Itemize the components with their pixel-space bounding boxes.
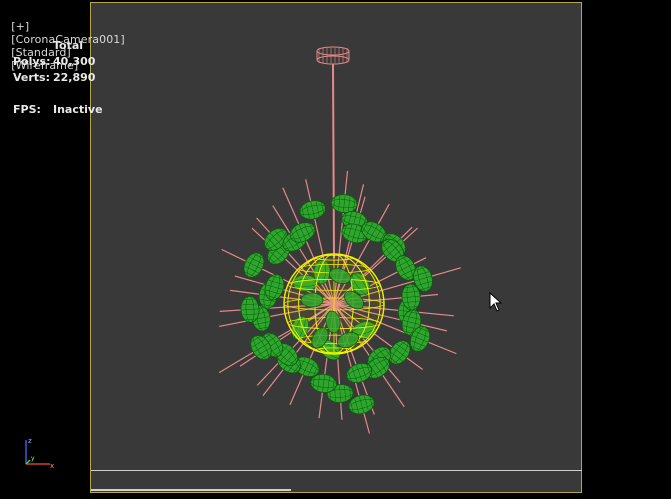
lamp-shade <box>243 252 265 278</box>
lamp-shade <box>299 200 326 220</box>
axis-z-label: z <box>28 437 32 445</box>
time-slider-track[interactable] <box>91 489 291 491</box>
lamp-shade <box>240 296 260 323</box>
chandelier-wireframe <box>218 46 461 434</box>
suspension-rod <box>332 63 335 259</box>
lamp-shade <box>300 292 324 308</box>
center-sphere <box>283 253 385 355</box>
axis-x-label: x <box>50 462 54 470</box>
viewport-bottom-line <box>91 470 582 471</box>
ceiling-canopy <box>316 46 350 65</box>
axis-gizmo: z x y <box>25 437 54 470</box>
axis-y-label: y <box>31 455 35 462</box>
mouse-cursor-icon <box>489 292 503 312</box>
